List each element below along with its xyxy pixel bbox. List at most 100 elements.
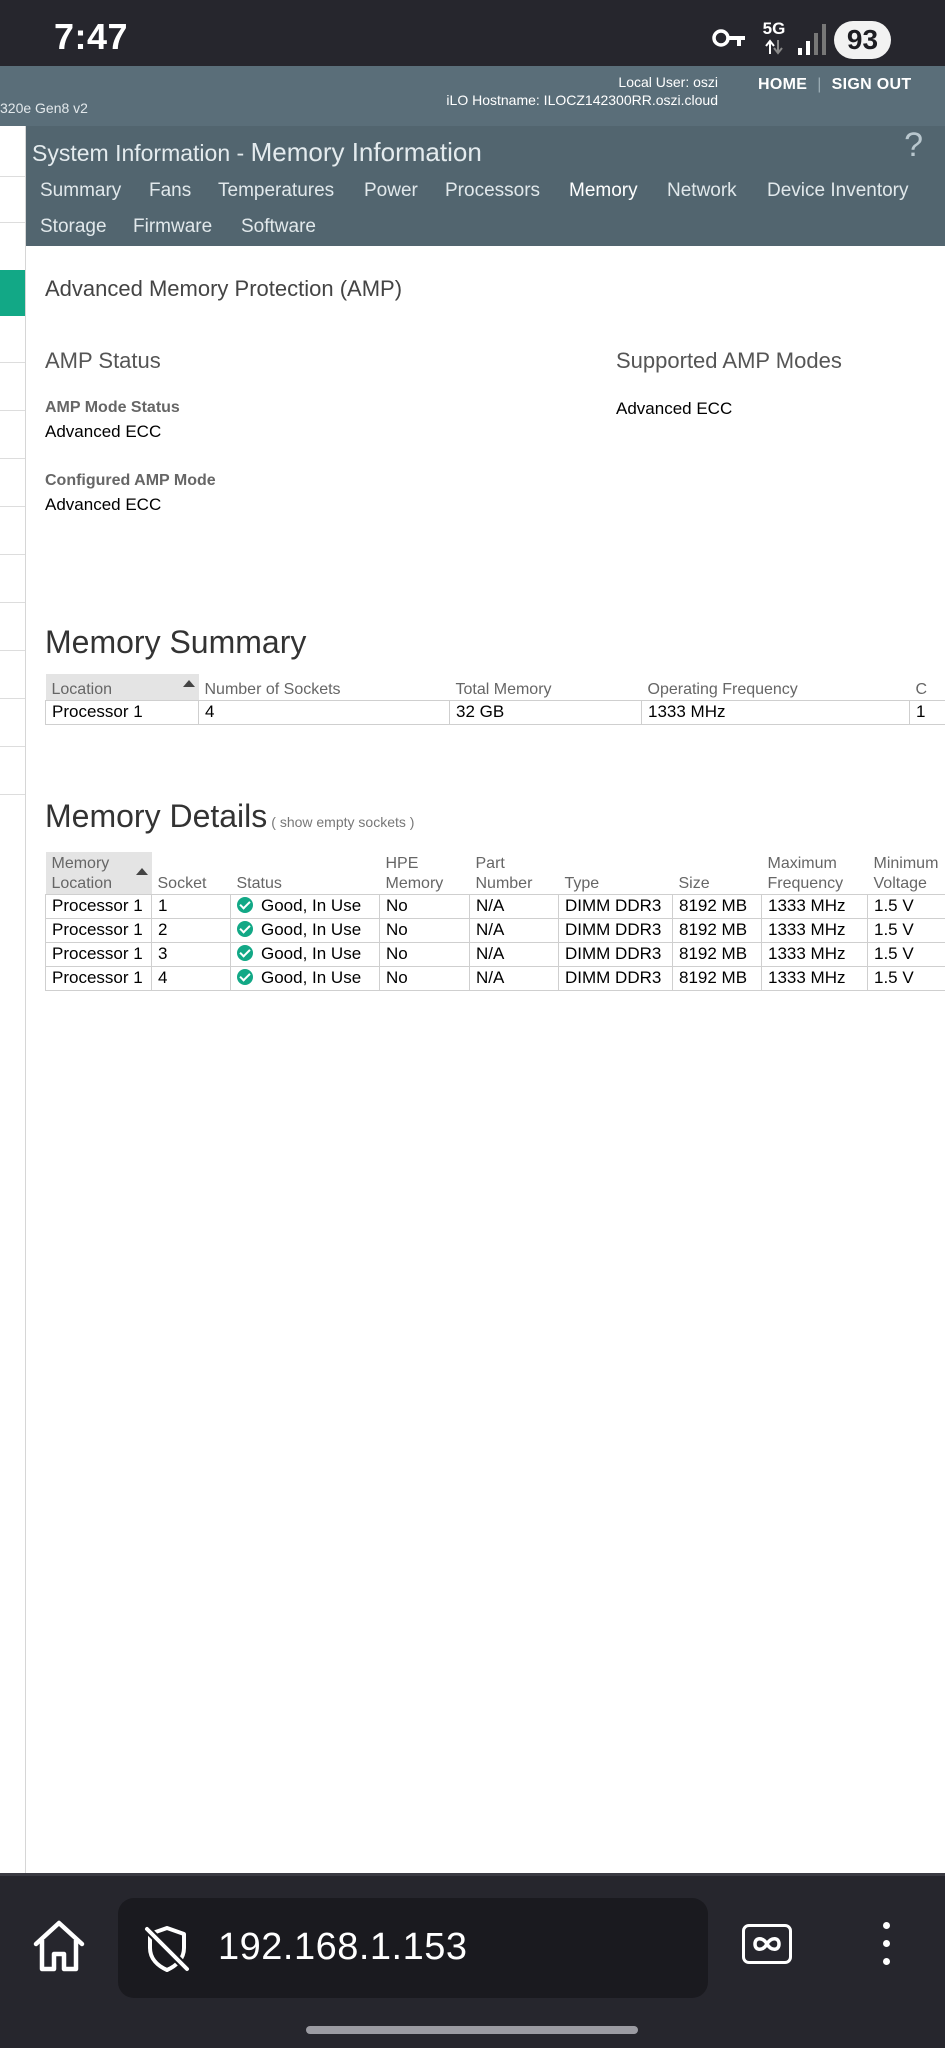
cell-location: Processor 1: [45, 700, 199, 725]
cell-sockets: 4: [198, 700, 450, 725]
cell-type: DIMM DDR3: [558, 894, 673, 919]
configured-amp-value: Advanced ECC: [45, 495, 162, 514]
cell-size: 8192 MB: [672, 966, 762, 991]
cell-part-number: N/A: [469, 918, 559, 943]
memory-details-heading: Memory Details( show empty sockets ): [45, 798, 414, 835]
cell-status: Good, In Use: [230, 942, 380, 967]
cell-location: Processor 1: [45, 894, 152, 919]
home-icon[interactable]: [30, 1918, 88, 1974]
cell-size: 8192 MB: [672, 942, 762, 967]
tab-device-inventory[interactable]: Device Inventory: [767, 180, 909, 202]
gesture-handle[interactable]: [306, 2026, 638, 2034]
status-bar: 7:47 5G 93: [0, 0, 945, 66]
table-row: Processor 1 4 32 GB 1333 MHz 1: [45, 700, 945, 725]
help-icon[interactable]: ?: [904, 126, 923, 165]
page-nav: System Information - Memory Information …: [26, 126, 945, 246]
local-user: Local User: oszi: [618, 74, 718, 90]
col-hpe-memory[interactable]: HPE Memory: [379, 852, 470, 895]
configured-amp-label: Configured AMP Mode: [45, 472, 216, 489]
sidebar-divider: [0, 506, 25, 507]
ilo-header: 320e Gen8 v2 Local User: oszi iLO Hostna…: [0, 66, 945, 126]
cell-size: 8192 MB: [672, 894, 762, 919]
col-status[interactable]: Status: [230, 852, 380, 895]
browser-toolbar: 192.168.1.153: [0, 1873, 945, 2048]
col-minimum-voltage[interactable]: Minimum Voltage: [867, 852, 945, 895]
tab-network[interactable]: Network: [667, 180, 737, 202]
cell-location: Processor 1: [45, 942, 152, 967]
sidebar-divider: [0, 602, 25, 603]
memory-summary-heading: Memory Summary: [45, 624, 307, 660]
table-row: Processor 1 3 Good, In Use No N/A DIMM D…: [45, 942, 945, 967]
status-time: 7:47: [54, 16, 129, 57]
col-part-number[interactable]: Part Number: [469, 852, 559, 895]
tab-power[interactable]: Power: [364, 180, 418, 202]
cell-hpe-memory: No: [379, 918, 470, 943]
cell-max-frequency: 1333 MHz: [761, 918, 868, 943]
col-socket[interactable]: Socket: [151, 852, 231, 895]
tab-memory[interactable]: Memory: [569, 180, 638, 202]
col-type[interactable]: Type: [558, 852, 673, 895]
check-circle-icon: [237, 945, 253, 961]
cell-min-voltage: 1.5 V: [867, 942, 945, 967]
supported-amp-value: Advanced ECC: [616, 399, 733, 418]
col-location[interactable]: Location: [45, 674, 199, 701]
vpn-key-icon: [712, 29, 745, 47]
sidebar-divider: [0, 458, 25, 459]
sidebar-divider: [0, 222, 25, 223]
cell-location: Processor 1: [45, 918, 152, 943]
cell-truncated: 1: [909, 700, 945, 725]
col-operating-frequency[interactable]: Operating Frequency: [641, 674, 910, 701]
tab-software[interactable]: Software: [241, 216, 316, 238]
tab-firmware[interactable]: Firmware: [133, 216, 212, 238]
cell-max-frequency: 1333 MHz: [761, 894, 868, 919]
sidebar-divider: [0, 746, 25, 747]
tab-fans[interactable]: Fans: [149, 180, 191, 202]
page-title: System Information - Memory Information: [32, 137, 482, 168]
tab-temperatures[interactable]: Temperatures: [218, 180, 334, 202]
amp-status-heading: AMP Status: [45, 348, 161, 373]
tabs-icon[interactable]: [742, 1924, 792, 1964]
cell-total-memory: 32 GB: [449, 700, 642, 725]
tab-processors[interactable]: Processors: [445, 180, 540, 202]
address-bar[interactable]: 192.168.1.153: [118, 1898, 708, 1998]
cell-status: Good, In Use: [230, 918, 380, 943]
page-title-dash: -: [230, 140, 251, 166]
memory-details-title: Memory Details: [45, 798, 268, 834]
sort-ascending-icon: [182, 680, 195, 687]
cell-socket: 3: [151, 942, 231, 967]
sidebar-item-active[interactable]: [0, 270, 25, 316]
col-maximum-frequency[interactable]: Maximum Frequency: [761, 852, 868, 895]
sidebar-divider: [0, 410, 25, 411]
col-size[interactable]: Size: [672, 852, 762, 895]
table-row: Processor 1 4 Good, In Use No N/A DIMM D…: [45, 966, 945, 991]
sidebar-divider: [0, 554, 25, 555]
cell-part-number: N/A: [469, 894, 559, 919]
ilo-hostname: iLO Hostname: ILOCZ142300RR.oszi.cloud: [446, 92, 718, 108]
col-total-memory[interactable]: Total Memory: [449, 674, 642, 701]
cell-location: Processor 1: [45, 966, 152, 991]
cell-hpe-memory: No: [379, 966, 470, 991]
amp-mode-status-label: AMP Mode Status: [45, 399, 180, 416]
home-link[interactable]: HOME: [758, 76, 807, 93]
cell-min-voltage: 1.5 V: [867, 918, 945, 943]
cell-hpe-memory: No: [379, 894, 470, 919]
page-title-section: System Information: [32, 140, 231, 166]
shield-off-icon[interactable]: [142, 1924, 192, 1974]
more-menu-icon[interactable]: [875, 1920, 899, 1968]
cell-max-frequency: 1333 MHz: [761, 966, 868, 991]
tab-summary[interactable]: Summary: [40, 180, 121, 202]
check-circle-icon: [237, 969, 253, 985]
sidebar-divider: [0, 698, 25, 699]
show-empty-sockets-link[interactable]: ( show empty sockets ): [271, 814, 414, 830]
cell-status: Good, In Use: [230, 894, 380, 919]
amp-mode-status-value: Advanced ECC: [45, 422, 162, 441]
col-memory-location[interactable]: Memory Location: [45, 852, 152, 895]
sign-out-link[interactable]: SIGN OUT: [832, 76, 912, 93]
tab-storage[interactable]: Storage: [40, 216, 107, 238]
page-title-page: Memory Information: [250, 137, 482, 167]
col-truncated[interactable]: C: [909, 674, 945, 701]
url-text[interactable]: 192.168.1.153: [218, 1926, 468, 1969]
col-number-of-sockets[interactable]: Number of Sockets: [198, 674, 450, 701]
signal-strength-icon: [798, 24, 826, 55]
cell-frequency: 1333 MHz: [641, 700, 910, 725]
